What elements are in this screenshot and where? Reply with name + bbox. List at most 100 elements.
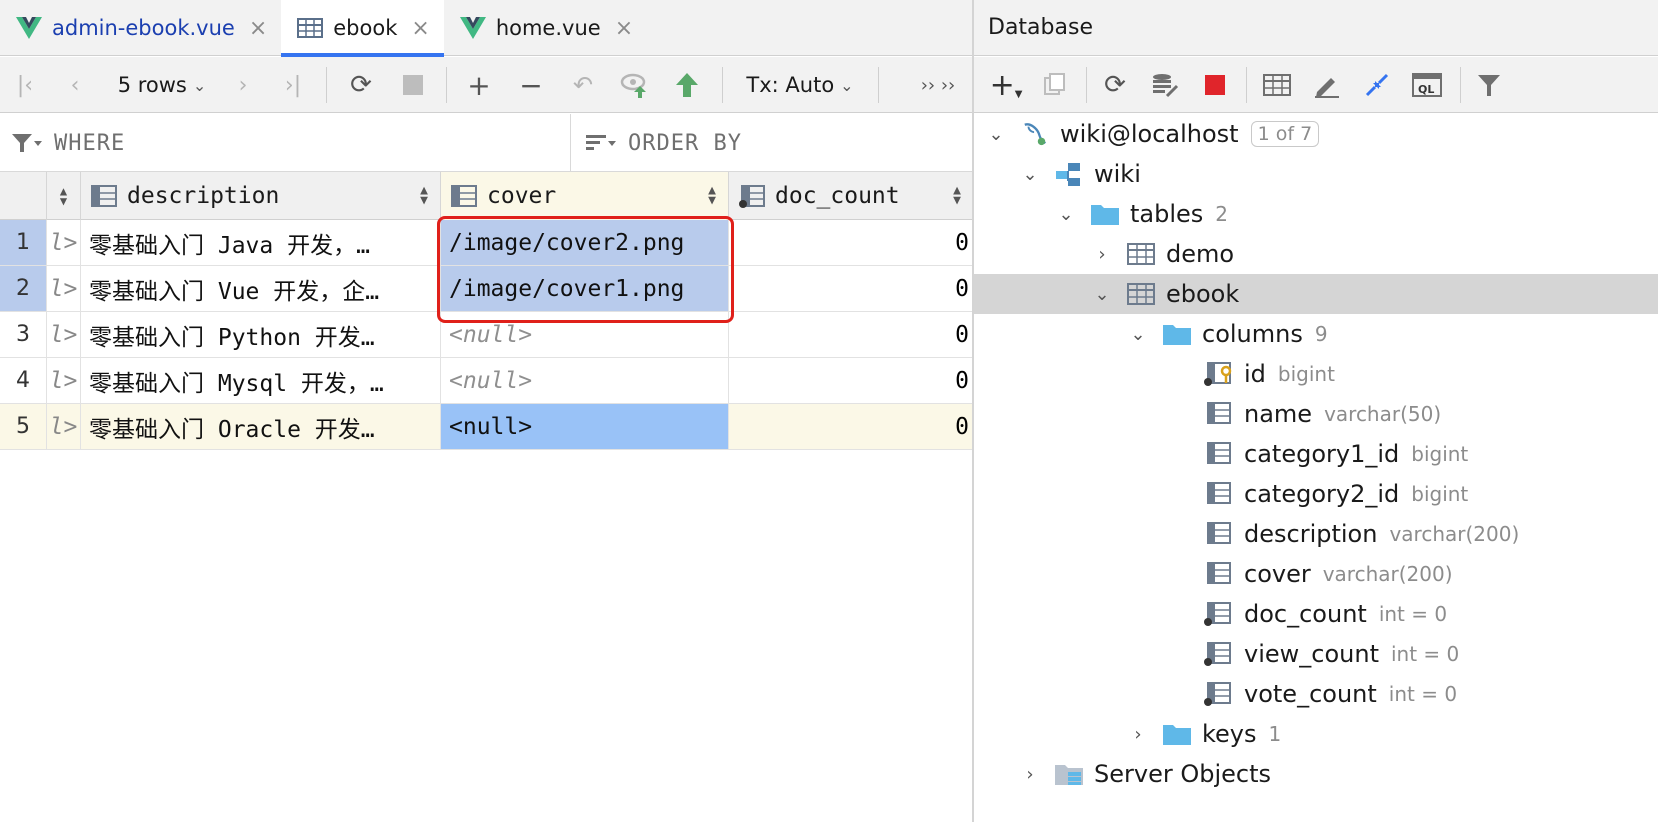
description-cell[interactable]: 零基础入门 Oracle 开发… xyxy=(81,404,441,449)
tree-node-column-vote-count[interactable]: vote_count int = 0 xyxy=(1204,674,1457,714)
tree-node-column-name[interactable]: name varchar(50) xyxy=(1204,394,1441,434)
where-filter-input[interactable]: WHERE xyxy=(10,114,565,172)
delete-row-icon[interactable]: − xyxy=(514,57,548,113)
cover-cell[interactable]: <null> xyxy=(441,404,729,449)
tree-node-column-category2-id[interactable]: category2_id bigint xyxy=(1204,474,1468,514)
column-header-doc-count[interactable]: doc_count ▲ ▼ xyxy=(729,172,973,220)
chevron-right-icon[interactable]: › xyxy=(1126,724,1150,745)
chevron-down-icon[interactable]: ⌄ xyxy=(1054,204,1078,225)
table-row[interactable]: 5 l> 零基础入门 Oracle 开发… <null> 0 xyxy=(0,404,973,450)
tree-node-keys[interactable]: › keys 1 xyxy=(1126,714,1281,754)
cover-cell[interactable]: /image/cover2.png xyxy=(441,220,729,265)
row-number[interactable]: 5 xyxy=(0,404,47,449)
preview-changes-icon[interactable] xyxy=(618,57,652,113)
tab-admin-ebook-vue[interactable]: admin-ebook.vue × xyxy=(0,0,281,56)
more-actions-icon[interactable]: ›› ›› xyxy=(912,57,964,113)
submit-icon[interactable] xyxy=(670,57,704,113)
tree-node-columns[interactable]: ⌄ columns 9 xyxy=(1126,314,1327,354)
tab-home-vue[interactable]: home.vue × xyxy=(444,0,647,56)
truncated-cell[interactable]: l> xyxy=(47,404,81,449)
folder-icon xyxy=(1163,725,1191,745)
table-row[interactable]: 4 l> 零基础入门 Mysql 开发，… <null> 0 xyxy=(0,358,973,404)
data-toolbar: |‹ ‹ 5 rows ⌄ › ›| ⟳ + − ↶ Tx: Auto ⌄ ››… xyxy=(0,57,973,113)
tree-node-column-view-count[interactable]: view_count int = 0 xyxy=(1204,634,1459,674)
chevron-down-icon[interactable]: ⌄ xyxy=(1126,324,1150,345)
doc-count-cell[interactable]: 0 xyxy=(729,358,973,403)
chevron-down-icon[interactable]: ⌄ xyxy=(1018,164,1042,185)
truncated-cell[interactable]: l> xyxy=(47,220,81,265)
sort-toggle-icon[interactable]: ▲ ▼ xyxy=(420,184,428,207)
close-icon[interactable]: × xyxy=(615,16,633,41)
cover-cell[interactable]: <null> xyxy=(441,312,729,357)
transaction-mode-dropdown[interactable]: Tx: Auto ⌄ xyxy=(740,57,860,113)
column-header-description[interactable]: description ▲ ▼ xyxy=(81,172,441,220)
tree-node-column-cover[interactable]: cover varchar(200) xyxy=(1204,554,1453,594)
order-by-label: ORDER BY xyxy=(628,130,742,156)
schema-count-badge[interactable]: 1 of 7 xyxy=(1250,121,1320,147)
jump-to-source-icon[interactable] xyxy=(1360,57,1394,113)
query-console-icon[interactable]: QL xyxy=(1410,57,1444,113)
row-number[interactable]: 4 xyxy=(0,358,47,403)
column-header-cover[interactable]: cover ▲ ▼ xyxy=(441,172,729,220)
sort-toggle-icon[interactable]: ▲ ▼ xyxy=(953,184,961,207)
tree-node-table-ebook[interactable]: ⌄ ebook xyxy=(974,274,1658,314)
first-page-icon[interactable]: |‹ xyxy=(10,57,40,113)
chevron-right-icon[interactable]: › xyxy=(1018,764,1042,785)
cover-cell[interactable]: /image/cover1.png xyxy=(441,266,729,311)
table-row[interactable]: 3 l> 零基础入门 Python 开发… <null> 0 xyxy=(0,312,973,358)
tree-node-column-category1-id[interactable]: category1_id bigint xyxy=(1204,434,1468,474)
order-by-input[interactable]: ORDER BY xyxy=(584,114,969,172)
tree-node-connection[interactable]: ⌄ wiki@localhost 1 of 7 xyxy=(984,114,1320,154)
filter-icon[interactable] xyxy=(1472,57,1506,113)
row-number[interactable]: 2 xyxy=(0,266,47,311)
truncated-cell[interactable]: l> xyxy=(47,312,81,357)
description-cell[interactable]: 零基础入门 Python 开发… xyxy=(81,312,441,357)
next-page-icon[interactable]: › xyxy=(228,57,258,113)
refresh-icon[interactable]: ⟳ xyxy=(1098,57,1132,113)
table-row[interactable]: 2 l> 零基础入门 Vue 开发，企… /image/cover1.png 0 xyxy=(0,266,973,312)
table-view-icon[interactable] xyxy=(1260,57,1294,113)
close-icon[interactable]: × xyxy=(411,16,429,41)
doc-count-cell[interactable]: 0 xyxy=(729,266,973,311)
hidden-column-header[interactable]: ▲ ▼ xyxy=(47,172,81,220)
tree-node-tables[interactable]: ⌄ tables 2 xyxy=(1054,194,1228,234)
tree-node-column-description[interactable]: description varchar(200) xyxy=(1204,514,1519,554)
description-cell[interactable]: 零基础入门 Mysql 开发，… xyxy=(81,358,441,403)
tab-ebook[interactable]: ebook × xyxy=(281,0,444,57)
sort-toggle-icon[interactable]: ▲ ▼ xyxy=(708,184,716,207)
refresh-icon[interactable]: ⟳ xyxy=(344,57,378,113)
table-row[interactable]: 1 l> 零基础入门 Java 开发，… /image/cover2.png 0 xyxy=(0,220,973,266)
chevron-right-icon[interactable]: › xyxy=(1090,244,1114,265)
truncated-cell[interactable]: l> xyxy=(47,266,81,311)
chevron-down-icon[interactable]: ⌄ xyxy=(984,124,1008,145)
folder-icon xyxy=(1091,205,1119,225)
add-icon[interactable]: + ▼ xyxy=(988,57,1024,113)
row-number[interactable]: 1 xyxy=(0,220,47,265)
duplicate-icon[interactable] xyxy=(1038,57,1072,113)
revert-icon[interactable]: ↶ xyxy=(566,57,600,113)
description-cell[interactable]: 零基础入门 Vue 开发，企… xyxy=(81,266,441,311)
previous-page-icon[interactable]: ‹ xyxy=(60,57,90,113)
stop-icon[interactable] xyxy=(396,57,430,113)
truncated-cell[interactable]: l> xyxy=(47,358,81,403)
row-number[interactable]: 3 xyxy=(0,312,47,357)
cover-cell[interactable]: <null> xyxy=(441,358,729,403)
tree-node-column-doc-count[interactable]: doc_count int = 0 xyxy=(1204,594,1447,634)
tree-node-table-demo[interactable]: › demo xyxy=(1090,234,1234,274)
edit-icon[interactable] xyxy=(1310,57,1344,113)
tree-node-column-id[interactable]: id bigint xyxy=(1204,354,1335,394)
doc-count-cell[interactable]: 0 xyxy=(729,220,973,265)
rows-count-dropdown[interactable]: 5 rows ⌄ xyxy=(112,57,212,113)
add-row-icon[interactable]: + xyxy=(462,57,496,113)
tree-node-server-objects[interactable]: › Server Objects xyxy=(1018,754,1271,794)
last-page-icon[interactable]: ›| xyxy=(278,57,308,113)
tree-node-schema[interactable]: ⌄ wiki xyxy=(1018,154,1140,194)
doc-count-cell[interactable]: 0 xyxy=(729,312,973,357)
schema-settings-icon[interactable] xyxy=(1148,57,1182,113)
stop-icon[interactable] xyxy=(1198,57,1232,113)
close-icon[interactable]: × xyxy=(249,16,267,41)
doc-count-cell[interactable]: 0 xyxy=(729,404,973,449)
description-cell[interactable]: 零基础入门 Java 开发，… xyxy=(81,220,441,265)
toolbar-separator xyxy=(1460,67,1461,103)
chevron-down-icon[interactable]: ⌄ xyxy=(1090,284,1114,305)
